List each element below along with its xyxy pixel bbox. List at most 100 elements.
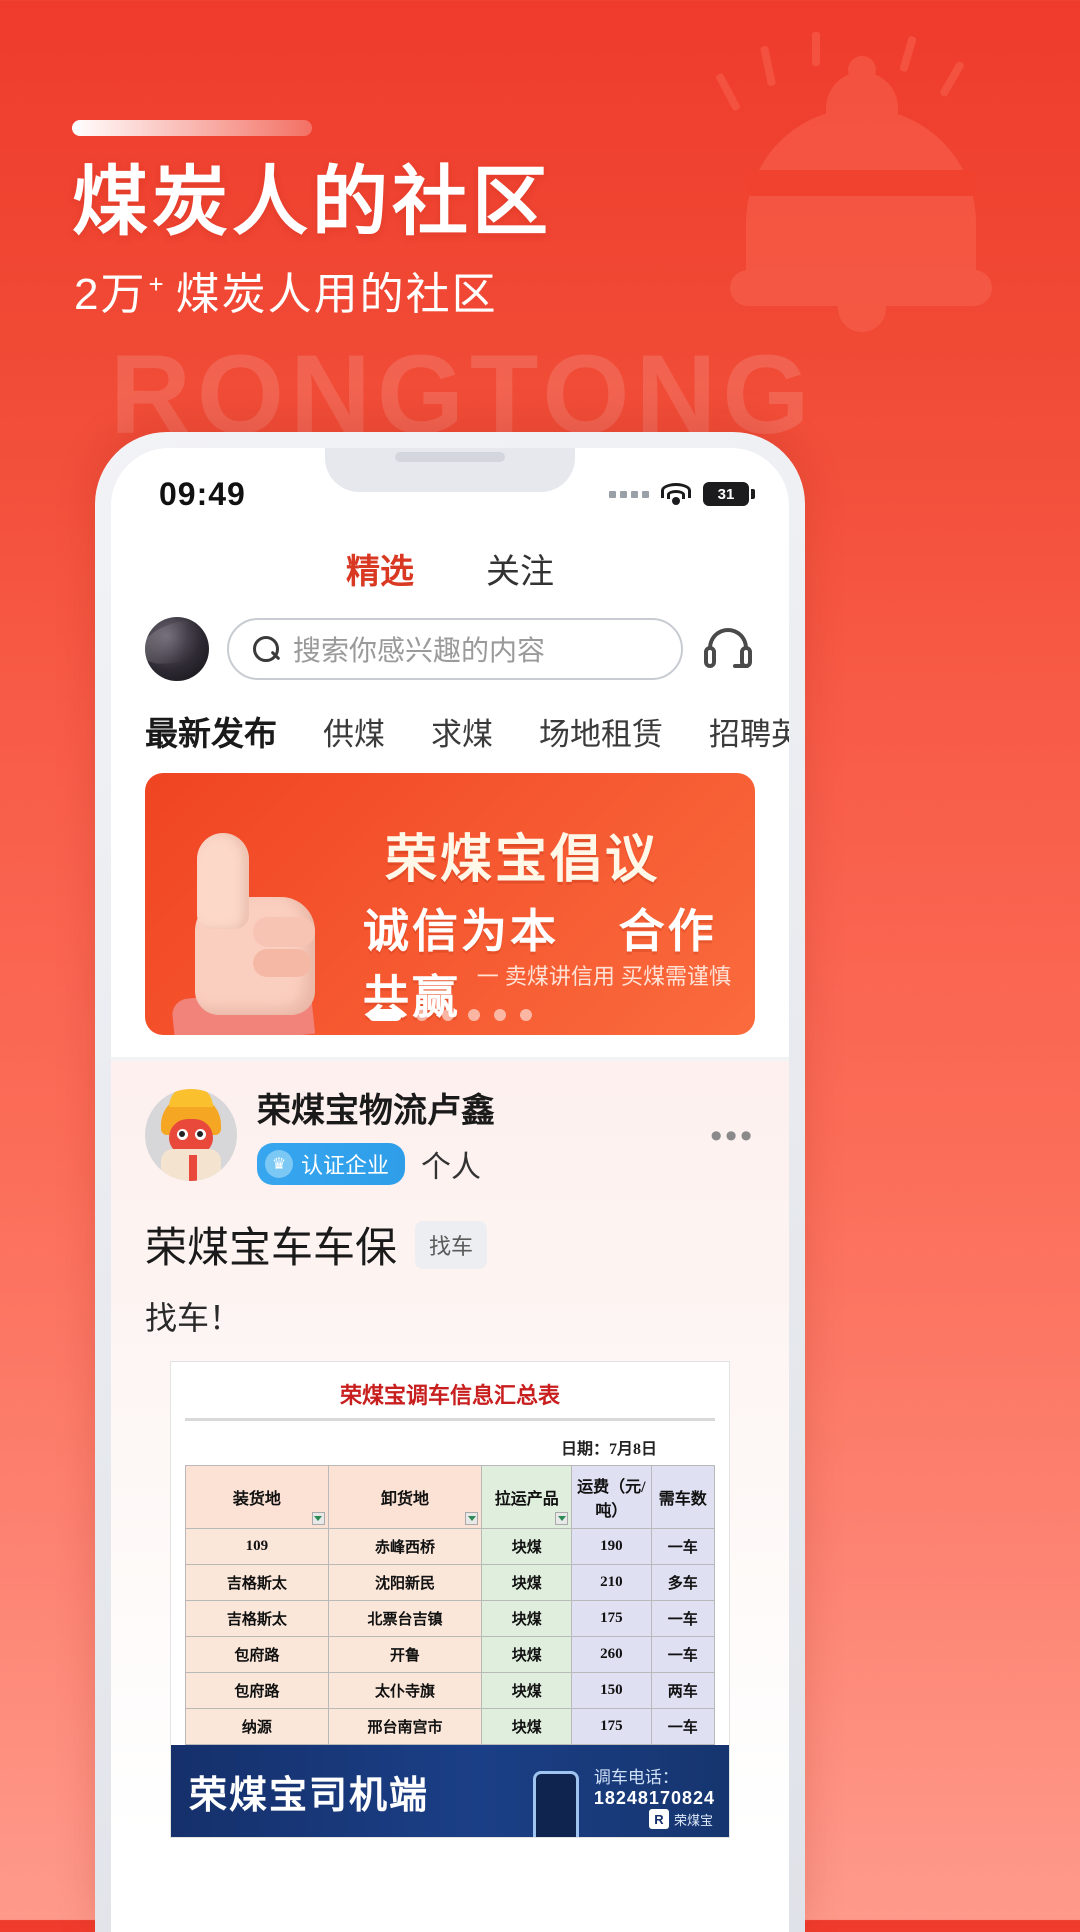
thumbs-up-icon (167, 821, 367, 1035)
headset-icon[interactable] (701, 622, 755, 676)
hero-headline: 煤炭人的社区 (72, 160, 552, 245)
carousel-dot[interactable] (520, 1009, 532, 1021)
table-cell: 包府路 (185, 1672, 329, 1709)
carousel-dot[interactable] (468, 1009, 480, 1021)
table-cell: 吉格斯太 (185, 1600, 329, 1637)
table-cell: 块煤 (481, 1672, 573, 1709)
table-cell: 太仆寺旗 (327, 1672, 483, 1709)
table-cell: 开鲁 (327, 1636, 483, 1673)
bell-spark-icon (759, 45, 777, 87)
header-label: 拉运产品 (494, 1491, 559, 1508)
table-cell: 一车 (650, 1636, 715, 1673)
feed-post: 荣煤宝物流卢鑫 ♛ 认证企业 个人 ••• 荣煤宝车车保 找车 找车！ 荣煤宝调… (111, 1061, 789, 1838)
bell-body (746, 108, 976, 288)
bell-spark-icon (899, 35, 917, 73)
post-title[interactable]: 荣煤宝车车保 (145, 1214, 397, 1275)
contact-number: 18248170824 (593, 1788, 715, 1808)
hero-subheadline: 2万 + 煤炭人用的社区 (74, 258, 498, 322)
table-cell: 一车 (650, 1528, 715, 1565)
logo-text: 荣煤宝 (673, 1812, 713, 1828)
dispatch-table: 装货地 卸货地 拉运产品 运费（元/吨） 需车数 109 赤峰西桥 块煤 190… (185, 1465, 715, 1745)
table-cell: 190 (571, 1528, 652, 1565)
table-cell: 一车 (650, 1708, 715, 1745)
post-attachment-table[interactable]: 荣煤宝调车信息汇总表 日期：7月8日 装货地 卸货地 拉运产品 运费（元/吨） … (170, 1361, 730, 1838)
carousel-dot[interactable] (368, 1009, 402, 1021)
author-name[interactable]: 荣煤宝物流卢鑫 (257, 1083, 495, 1132)
logo-mark: R (648, 1809, 669, 1829)
banner-carousel[interactable]: 荣煤宝倡议 诚信为本 合作共赢 一 卖煤讲信用 买煤需谨慎 (145, 773, 755, 1035)
signal-dots-icon (609, 490, 649, 498)
table-header-cell: 需车数 (650, 1465, 715, 1529)
table-body: 109 赤峰西桥 块煤 190 一车 吉格斯太 沈阳新民 块煤 210 多车 吉… (185, 1528, 715, 1745)
hero-sub-number: 2万 (74, 270, 147, 319)
search-row: 搜索你感兴趣的内容 (111, 609, 789, 681)
phone-mockup: 09:49 31 精选 关注 搜索你感兴趣的内容 最新发布 供煤 求煤 场地租赁… (95, 432, 805, 1932)
author-meta: ♛ 认证企业 个人 (257, 1142, 495, 1186)
table-cell: 块煤 (481, 1528, 573, 1565)
tab-following[interactable]: 关注 (486, 544, 554, 599)
post-title-row: 荣煤宝车车保 找车 (145, 1214, 755, 1275)
battery-icon: 31 (703, 482, 755, 506)
table-cell: 赤峰西桥 (327, 1528, 483, 1565)
more-dots-icon[interactable]: ••• (710, 1117, 755, 1156)
category-nav: 最新发布 供煤 求煤 场地租赁 招聘英才 (111, 681, 789, 773)
phone-screen: 09:49 31 精选 关注 搜索你感兴趣的内容 最新发布 供煤 求煤 场地租赁… (111, 448, 789, 1932)
table-cell: 一车 (650, 1600, 715, 1637)
carousel-dot[interactable] (442, 1009, 454, 1021)
tab-featured[interactable]: 精选 (346, 544, 414, 599)
header-label: 装货地 (232, 1491, 281, 1508)
category-recruitment[interactable]: 招聘英才 (709, 709, 789, 754)
notch-speaker (395, 452, 505, 462)
table-cell: 邢台南宫市 (327, 1708, 483, 1745)
crown-icon: ♛ (265, 1150, 293, 1178)
table-cell: 块煤 (481, 1600, 573, 1637)
banner-note: 一 卖煤讲信用 买煤需谨慎 (476, 964, 731, 989)
carousel-dot[interactable] (416, 1009, 428, 1021)
table-cell: 150 (571, 1672, 652, 1709)
attachment-date: 日期：7月8日 (560, 1441, 657, 1458)
post-header: 荣煤宝物流卢鑫 ♛ 认证企业 个人 ••• (145, 1083, 755, 1186)
table-cell: 260 (571, 1636, 652, 1673)
filter-icon[interactable] (311, 1512, 325, 1525)
table-header-row: 装货地 卸货地 拉运产品 运费（元/吨） 需车数 (185, 1465, 715, 1529)
author-avatar[interactable] (145, 1088, 237, 1181)
table-cell: 块煤 (481, 1564, 573, 1601)
hero-sub-rest: 煤炭人用的社区 (175, 270, 498, 319)
attachment-title: 荣煤宝调车信息汇总表 (339, 1383, 560, 1408)
carousel-dot[interactable] (494, 1009, 506, 1021)
category-latest[interactable]: 最新发布 (145, 707, 277, 755)
status-icons: 31 (609, 482, 755, 506)
filter-icon[interactable] (465, 1512, 479, 1525)
table-row: 109 赤峰西桥 块煤 190 一车 (185, 1528, 715, 1565)
table-cell: 175 (571, 1708, 652, 1745)
bell-spark-icon (939, 60, 965, 98)
avatar[interactable] (145, 617, 209, 681)
table-row: 吉格斯太 北票台吉镇 块煤 175 一车 (185, 1600, 715, 1637)
filter-icon[interactable] (555, 1512, 569, 1525)
battery-level: 31 (717, 485, 735, 503)
hero-accent-bar (72, 120, 312, 136)
table-cell: 吉格斯太 (185, 1564, 329, 1601)
category-site-rental[interactable]: 场地租赁 (539, 709, 663, 754)
driver-app-banner[interactable]: 荣煤宝司机端 调车电话： 18248170824 R 荣煤宝 (171, 1745, 729, 1837)
table-row: 包府路 太仆寺旗 块煤 150 两车 (185, 1672, 715, 1709)
bell-clapper (838, 302, 886, 332)
category-demand[interactable]: 求煤 (431, 709, 493, 754)
carousel-dots[interactable] (368, 1009, 532, 1021)
category-supply[interactable]: 供煤 (323, 709, 385, 754)
driver-app-title: 荣煤宝司机端 (189, 1774, 430, 1817)
search-placeholder: 搜索你感兴趣的内容 (293, 635, 546, 666)
phone-icon (533, 1771, 579, 1837)
banner-subtitle-left: 诚信为本 (363, 905, 559, 957)
bell-band (746, 170, 976, 196)
table-cell: 175 (571, 1600, 652, 1637)
search-input[interactable]: 搜索你感兴趣的内容 (227, 618, 683, 680)
table-head: 装货地 卸货地 拉运产品 运费（元/吨） 需车数 (185, 1465, 715, 1529)
table-cell: 109 (185, 1528, 329, 1565)
bell-lip (730, 270, 992, 306)
status-bar: 09:49 31 (111, 448, 789, 526)
post-tag[interactable]: 找车 (415, 1220, 488, 1269)
badge-label: 认证企业 (301, 1153, 390, 1178)
table-header-cell: 卸货地 (327, 1465, 483, 1529)
feed-tabs: 精选 关注 (111, 526, 789, 609)
